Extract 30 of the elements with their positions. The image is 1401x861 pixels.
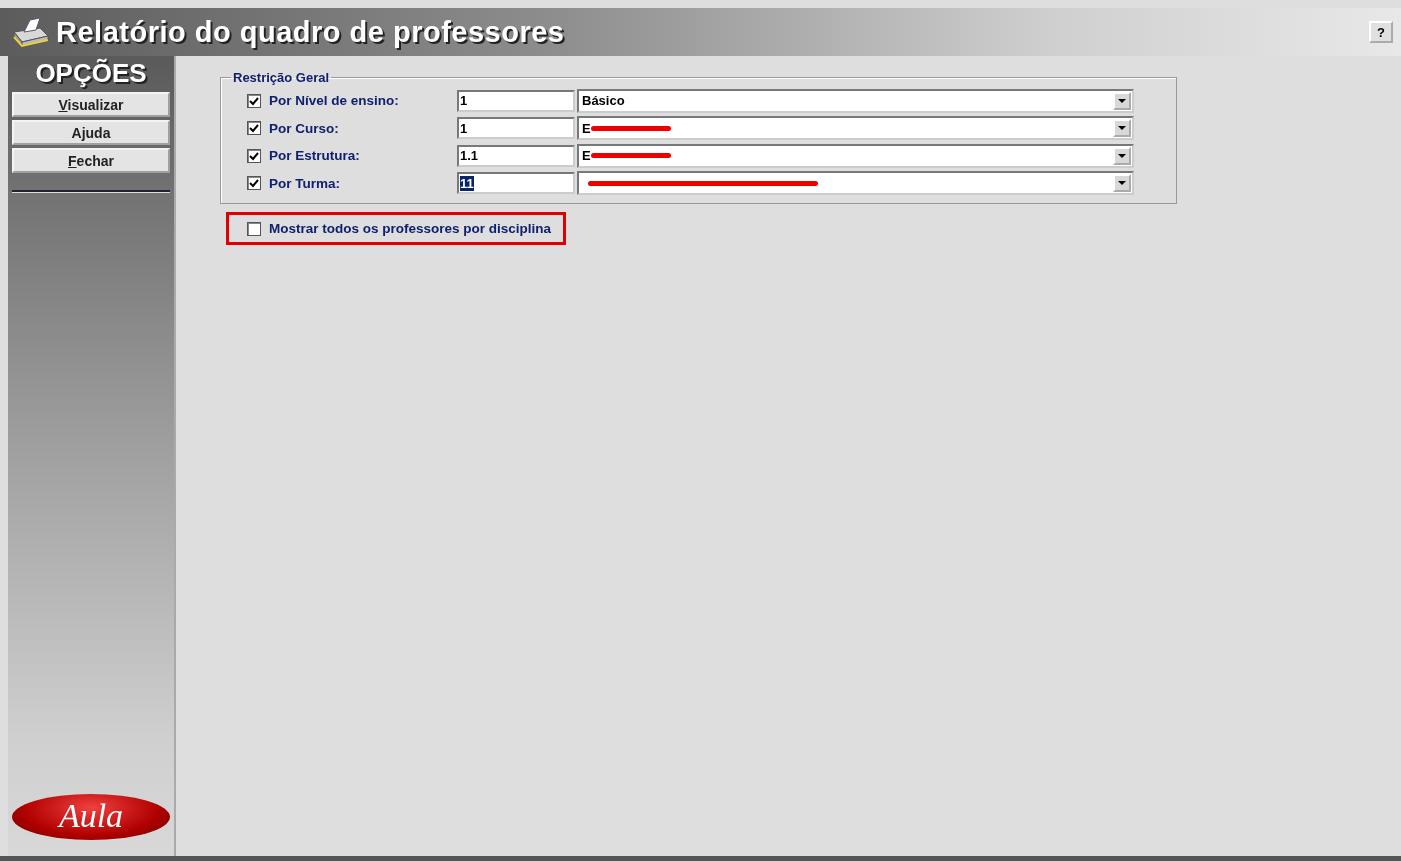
code-field[interactable]: 11 xyxy=(457,172,575,195)
dropdown[interactable] xyxy=(577,171,1134,196)
checkbox[interactable] xyxy=(247,121,261,136)
group-title: Restrição Geral xyxy=(232,70,331,85)
checkbox[interactable] xyxy=(247,176,261,191)
window-title: Relatório do quadro de professores xyxy=(56,15,565,49)
sidebar-button[interactable]: Visualizar xyxy=(12,92,170,117)
dropdown-value: E xyxy=(582,148,591,164)
sidebar-heading: OPÇÕES xyxy=(35,57,147,90)
dropdown[interactable]: E xyxy=(577,143,1134,168)
code-field[interactable]: 1 xyxy=(457,89,575,112)
filter-label: Por Nível de ensino: xyxy=(269,93,400,109)
code-field[interactable]: 1 xyxy=(457,117,575,140)
printer-icon xyxy=(10,16,50,48)
help-button[interactable]: ? xyxy=(1369,21,1393,43)
filter-label: Por Estrutura: xyxy=(269,148,361,164)
sidebar-button[interactable]: Fechar xyxy=(12,148,170,173)
dropdown-value: Básico xyxy=(582,93,625,109)
checkbox[interactable] xyxy=(247,93,261,108)
logo: Aula xyxy=(12,794,170,840)
filter-label: Por Turma: xyxy=(269,175,341,191)
dropdown[interactable]: Básico xyxy=(577,88,1134,113)
dropdown[interactable]: E xyxy=(577,116,1134,141)
dropdown-value: E xyxy=(582,120,591,136)
sidebar-button[interactable]: Ajuda xyxy=(12,120,170,145)
filter-label: Por Curso: xyxy=(269,120,340,136)
code-field[interactable]: 1.1 xyxy=(457,144,575,167)
checkbox-label: Mostrar todos os professores por disciplina xyxy=(269,221,552,236)
checkbox[interactable] xyxy=(247,221,261,236)
checkbox[interactable] xyxy=(247,148,261,163)
